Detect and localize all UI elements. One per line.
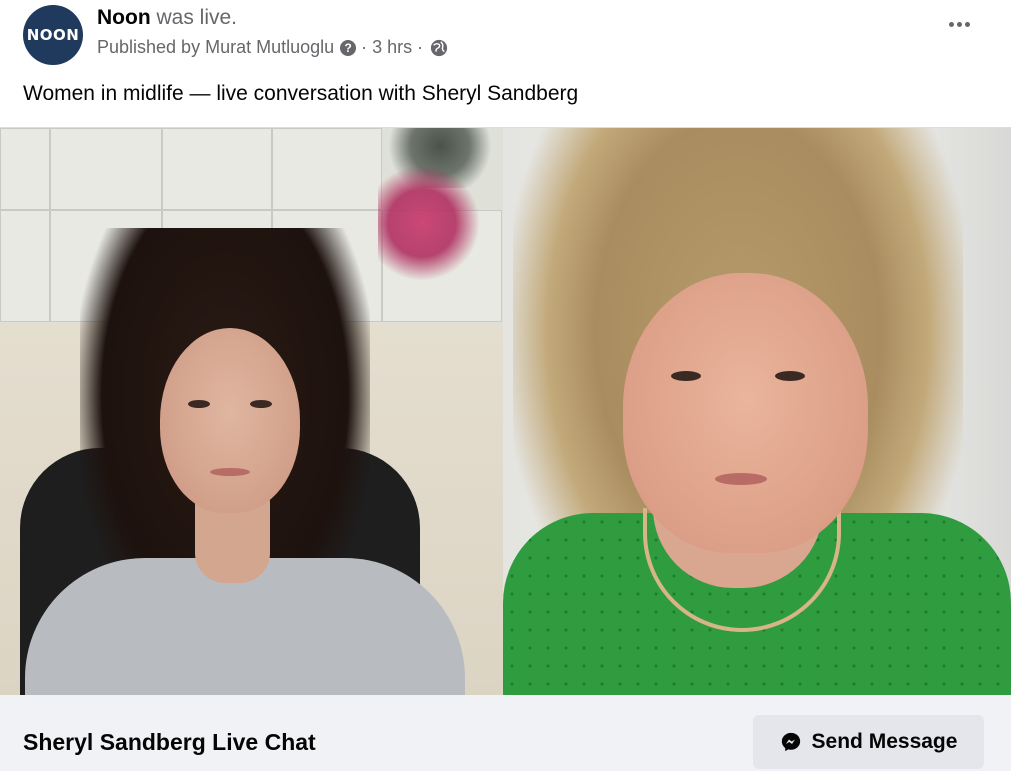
participant-left-face <box>160 328 300 513</box>
live-status-text: was live. <box>150 6 238 29</box>
post-caption: Women in midlife — live conversation wit… <box>23 82 579 105</box>
send-message-label: Send Message <box>811 730 958 753</box>
video-feed-left <box>0 128 503 696</box>
published-by-text: Published by Murat Mutluoglu <box>97 37 335 57</box>
meta-separator: · <box>361 37 368 57</box>
post-footer: Sheryl Sandberg Live Chat Send Message <box>0 695 1011 771</box>
participant-right-face <box>623 273 868 553</box>
live-chat-title: Sheryl Sandberg Live Chat <box>23 729 316 755</box>
question-icon[interactable]: ? <box>340 39 357 56</box>
live-video[interactable] <box>0 127 1011 696</box>
messenger-icon <box>781 732 800 752</box>
post-time-link[interactable]: 3 hrs <box>372 37 412 58</box>
avatar-text: NOON <box>26 26 80 44</box>
page-name-link[interactable]: Noon <box>97 6 151 29</box>
more-options-icon[interactable] <box>949 22 970 27</box>
page-avatar[interactable]: NOON <box>23 5 83 65</box>
post-author-line: Noon was live. <box>97 6 237 30</box>
post-meta: Published by Murat Mutluoglu ? · 3 hrs · <box>97 37 448 58</box>
meta-separator: · <box>417 37 424 57</box>
send-message-button[interactable]: Send Message <box>753 715 984 769</box>
globe-icon[interactable] <box>430 39 448 57</box>
video-feed-right <box>503 128 1011 696</box>
post-card: NOON Noon was live. Published by Murat M… <box>0 0 1024 771</box>
